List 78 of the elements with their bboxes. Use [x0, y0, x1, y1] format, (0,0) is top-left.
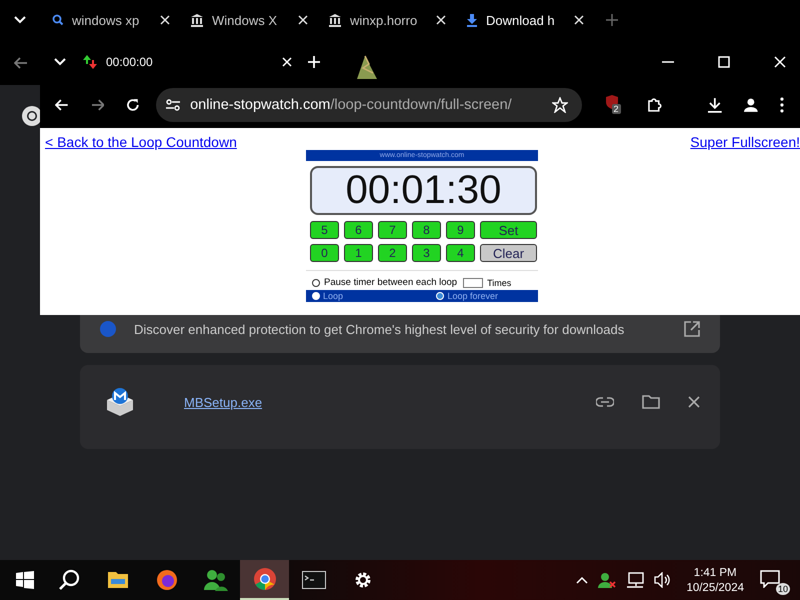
open-external-icon[interactable]: [684, 321, 700, 337]
notification-icon[interactable]: [760, 570, 780, 588]
arrows-icon: [82, 54, 98, 70]
star-icon[interactable]: [552, 97, 568, 113]
people-icon[interactable]: [598, 572, 616, 588]
network-icon[interactable]: [626, 572, 644, 588]
times-label: Times: [487, 278, 512, 288]
folder-icon: [106, 571, 128, 589]
package-icon: [104, 386, 136, 418]
clock-date[interactable]: 10/25/2024: [686, 582, 744, 594]
chrome-icon: [252, 567, 276, 591]
chevron-up-icon[interactable]: [576, 576, 588, 584]
digit-key[interactable]: 2: [378, 244, 407, 262]
address-bar[interactable]: online-stopwatch.com/loop-countdown/full-screen/: [156, 88, 582, 122]
download-icon: [466, 13, 478, 27]
clock-time[interactable]: 1:41 PM: [694, 566, 737, 578]
tree-icon: [356, 55, 378, 81]
site-settings-icon[interactable]: [166, 99, 180, 111]
puzzle-icon[interactable]: [647, 97, 663, 113]
loop-radio[interactable]: [312, 292, 320, 300]
pause-checkbox[interactable]: [312, 278, 320, 286]
browser-tab[interactable]: Windows X: [180, 4, 318, 36]
more-menu-icon[interactable]: [780, 97, 784, 113]
tab-list-chevron-icon[interactable]: [14, 16, 26, 24]
digit-key[interactable]: 6: [344, 221, 373, 239]
clear-button[interactable]: Clear: [480, 244, 537, 262]
search-icon: [58, 569, 80, 591]
start-icon[interactable]: [16, 571, 34, 589]
settings-icon: [352, 570, 372, 590]
banner-text: Discover enhanced protection to get Chrome's highest level of security for downloads: [134, 322, 626, 336]
search-icon: [52, 14, 64, 26]
fullscreen-link[interactable]: Super Fullscreen!: [690, 134, 800, 150]
link-icon[interactable]: [596, 397, 614, 407]
digit-key[interactable]: 4: [446, 244, 475, 262]
tab-title: winxp.horro: [350, 12, 418, 28]
digit-key[interactable]: 5: [310, 221, 339, 239]
digit-key[interactable]: 3: [412, 244, 441, 262]
file-name-link[interactable]: MBSetup.exe: [184, 394, 568, 410]
browser-tab[interactable]: Download h: [456, 4, 594, 36]
back-link[interactable]: < Back to the Loop Countdown: [45, 134, 237, 150]
close-icon[interactable]: [688, 396, 700, 408]
reload-icon[interactable]: [126, 98, 140, 112]
loop-radio[interactable]: [436, 292, 444, 300]
fox-globe-icon: [156, 569, 178, 591]
tab-title: Windows X: [212, 12, 278, 28]
profile-icon[interactable]: [744, 98, 758, 112]
browser-tab[interactable]: 00:00:00: [82, 46, 292, 78]
browser-tab[interactable]: windows xp: [42, 4, 180, 36]
tab-title: Download h: [486, 12, 556, 28]
loop-option-label: Loop forever: [447, 291, 498, 301]
extension-badge: 2: [612, 104, 621, 114]
digit-key[interactable]: 9: [446, 221, 475, 239]
people-icon: [202, 569, 228, 591]
minimize-icon[interactable]: [662, 61, 674, 63]
folder-icon[interactable]: [642, 395, 660, 409]
volume-icon[interactable]: [654, 572, 672, 588]
times-field[interactable]: [463, 278, 484, 288]
digit-key[interactable]: 1: [344, 244, 373, 262]
digit-key[interactable]: 8: [412, 221, 441, 239]
download-icon[interactable]: [706, 97, 722, 113]
tab-title: 00:00:00: [106, 55, 154, 69]
tab-list-chevron-icon[interactable]: [54, 58, 66, 66]
url-text: online-stopwatch.com/loop-countdown/full-screen/: [190, 97, 513, 113]
timer-display: 00:01:30: [310, 166, 537, 215]
building-icon: [190, 13, 204, 27]
maximize-icon[interactable]: [718, 56, 730, 68]
digit-key[interactable]: 0: [310, 244, 339, 262]
browser-tab[interactable]: winxp.horro: [318, 4, 456, 36]
taskbar-app-button[interactable]: [240, 560, 289, 600]
notification-count: 10: [776, 583, 790, 595]
set-button[interactable]: Set: [480, 221, 537, 239]
building-icon: [328, 13, 342, 27]
loop-option-label: Loop: [323, 291, 344, 301]
digit-key[interactable]: 7: [378, 221, 407, 239]
pause-label: Pause timer between each loop: [324, 277, 458, 288]
tab-title: windows xp: [72, 12, 140, 28]
terminal-icon: [302, 571, 326, 589]
forward-arrow-icon[interactable]: [90, 99, 104, 111]
